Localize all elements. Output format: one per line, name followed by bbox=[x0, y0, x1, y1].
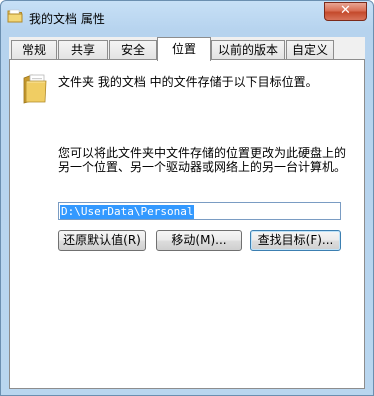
location-path-field[interactable]: D:\UserData\Personal bbox=[58, 202, 341, 220]
window-title: 我的文档 属性 bbox=[29, 12, 105, 26]
tab-general[interactable]: 常规 bbox=[11, 40, 57, 59]
close-button[interactable]: ✕ bbox=[324, 2, 367, 21]
tab-previous-versions[interactable]: 以前的版本 bbox=[211, 40, 285, 59]
restore-default-button[interactable]: 还原默认值(R) bbox=[58, 230, 146, 251]
move-button[interactable]: 移动(M)... bbox=[156, 230, 242, 251]
tab-sharing[interactable]: 共享 bbox=[58, 40, 108, 59]
folder-icon bbox=[23, 74, 47, 104]
dialog-client-area: 常规 共享 安全 位置 以前的版本 自定义 文件夹 我的文档 中的文件存储于以下… bbox=[9, 37, 365, 389]
close-icon: ✕ bbox=[340, 3, 351, 18]
tab-location[interactable]: 位置 bbox=[157, 37, 211, 61]
find-target-button[interactable]: 查找目标(F)... bbox=[250, 230, 341, 251]
location-description: 文件夹 我的文档 中的文件存储于以下目标位置。 bbox=[58, 75, 318, 89]
properties-window: 我的文档 属性 ✕ 常规 共享 安全 位置 以前的版本 自定义 文件夹 我的文档… bbox=[0, 0, 374, 396]
location-panel: 文件夹 我的文档 中的文件存储于以下目标位置。 您可以将此文件夹中文件存储的位置… bbox=[9, 59, 365, 389]
location-path-value: D:\UserData\Personal bbox=[60, 205, 195, 219]
tab-customize[interactable]: 自定义 bbox=[286, 40, 334, 59]
location-info-text: 您可以将此文件夹中文件存储的位置更改为此硬盘上的另一个位置、另一个驱动器或网络上… bbox=[58, 146, 347, 174]
tab-security[interactable]: 安全 bbox=[109, 40, 157, 59]
tab-strip: 常规 共享 安全 位置 以前的版本 自定义 bbox=[9, 37, 365, 61]
folder-icon bbox=[7, 9, 23, 23]
title-bar[interactable]: 我的文档 属性 ✕ bbox=[1, 1, 373, 35]
